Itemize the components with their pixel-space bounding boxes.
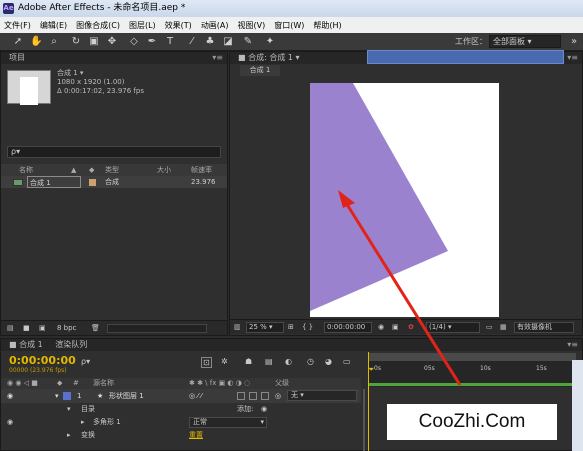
arrow-head: [338, 190, 355, 208]
watermark: CooZhi.Com: [387, 404, 557, 440]
annotation-arrow: [338, 190, 462, 386]
arrow-shaft: [341, 197, 462, 386]
